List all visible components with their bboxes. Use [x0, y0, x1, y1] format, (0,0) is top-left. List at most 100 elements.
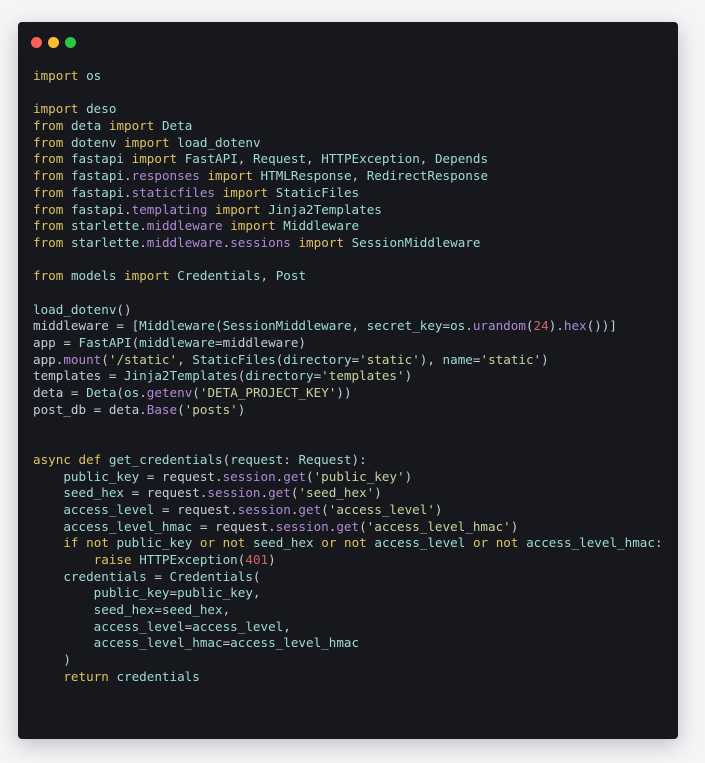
- code-token: access_level: [374, 535, 466, 551]
- code-token: urandom: [472, 318, 526, 334]
- code-token: ,: [177, 351, 193, 367]
- code-line: raise HTTPException(401): [33, 552, 663, 569]
- code-token: SessionMiddleware: [222, 318, 352, 334]
- code-token: public_key: [93, 585, 170, 601]
- code-line: post_db = deta.Base('posts'): [33, 402, 663, 419]
- code-line: app.mount('/static', StaticFiles(directo…: [33, 352, 663, 369]
- code-token: fastapi: [70, 151, 125, 167]
- code-token: not: [495, 535, 519, 551]
- code-token: =: [169, 585, 178, 601]
- code-token: .: [139, 218, 147, 234]
- code-token: not: [344, 535, 367, 551]
- code-token: models: [70, 268, 117, 284]
- code-token: )): [336, 385, 352, 401]
- code-token: session: [222, 468, 276, 484]
- code-token: import: [230, 218, 276, 234]
- code-token: or: [472, 535, 489, 551]
- code-token: deta: [70, 118, 102, 134]
- code-token: .: [139, 234, 147, 250]
- code-token: ())]: [586, 318, 617, 334]
- code-token: ):: [351, 451, 367, 467]
- code-token: access_level_hmac: [230, 635, 360, 651]
- code-token: import: [207, 168, 253, 184]
- code-token: (: [359, 518, 367, 534]
- code-token: os: [450, 318, 466, 334]
- code-token: ,: [252, 585, 261, 601]
- code-token: ,: [283, 618, 291, 634]
- code-token: credentials: [116, 668, 200, 684]
- code-token: import: [131, 151, 178, 167]
- close-dot-icon[interactable]: [31, 37, 42, 48]
- code-line: templates = Jinja2Templates(directory='t…: [33, 368, 663, 385]
- code-token: import: [33, 68, 79, 83]
- code-token: (): [116, 301, 132, 317]
- code-token: = request.: [124, 485, 208, 501]
- code-token: Deta: [161, 118, 193, 134]
- code-line: from starlette.middleware.sessions impor…: [33, 235, 663, 252]
- code-token: ).: [548, 318, 564, 334]
- code-token: Jinja2Templates: [268, 201, 382, 217]
- maximize-dot-icon[interactable]: [65, 37, 76, 48]
- code-token: credentials: [63, 568, 147, 584]
- code-token: ): [237, 401, 246, 417]
- code-line: from models import Credentials, Post: [33, 268, 663, 285]
- code-line: import os: [33, 68, 663, 85]
- code-token: .: [260, 485, 269, 501]
- code-token: from: [33, 201, 64, 217]
- code-line: ): [33, 652, 663, 669]
- code-token: name: [442, 351, 473, 367]
- code-line: public_key=public_key,: [33, 585, 663, 602]
- code-token: Middleware: [283, 218, 360, 234]
- minimize-dot-icon[interactable]: [48, 37, 59, 48]
- code-token: :: [283, 451, 299, 467]
- code-token: (: [192, 385, 200, 401]
- code-token: FastAPI: [78, 335, 132, 350]
- code-token: seed_hex: [93, 602, 155, 617]
- code-token: ): [404, 468, 413, 484]
- code-token: ): [434, 501, 443, 517]
- code-token: HTTPException: [139, 551, 238, 567]
- code-line: access_level=access_level,: [33, 619, 663, 636]
- code-token: app =: [33, 335, 79, 350]
- code-token: load_dotenv: [177, 134, 261, 150]
- code-line: from fastapi import FastAPI, Request, HT…: [33, 151, 663, 168]
- code-line: from fastapi.responses import HTMLRespon…: [33, 168, 663, 185]
- code-token: ,: [237, 151, 253, 167]
- code-token: 'access_level_hmac': [366, 518, 511, 534]
- code-token: responses: [131, 168, 200, 184]
- code-line: from fastapi.templating import Jinja2Tem…: [33, 202, 663, 219]
- code-token: secret_key: [366, 318, 443, 334]
- code-token: middleware: [146, 218, 223, 234]
- code-token: request: [230, 451, 284, 467]
- code-token: 'seed_hex': [298, 485, 375, 501]
- code-line: load_dotenv(): [33, 302, 663, 319]
- code-token: import: [108, 118, 155, 134]
- code-token: session: [207, 485, 261, 501]
- code-token: ): [404, 368, 413, 384]
- code-token: 'static': [359, 351, 420, 367]
- code-token: StaticFiles: [192, 351, 276, 367]
- code-token: from: [33, 268, 64, 284]
- code-token: Request: [298, 451, 352, 467]
- code-token: .: [465, 318, 473, 334]
- code-line: access_level_hmac = request.session.get(…: [33, 519, 663, 536]
- code-token: ,: [306, 151, 322, 167]
